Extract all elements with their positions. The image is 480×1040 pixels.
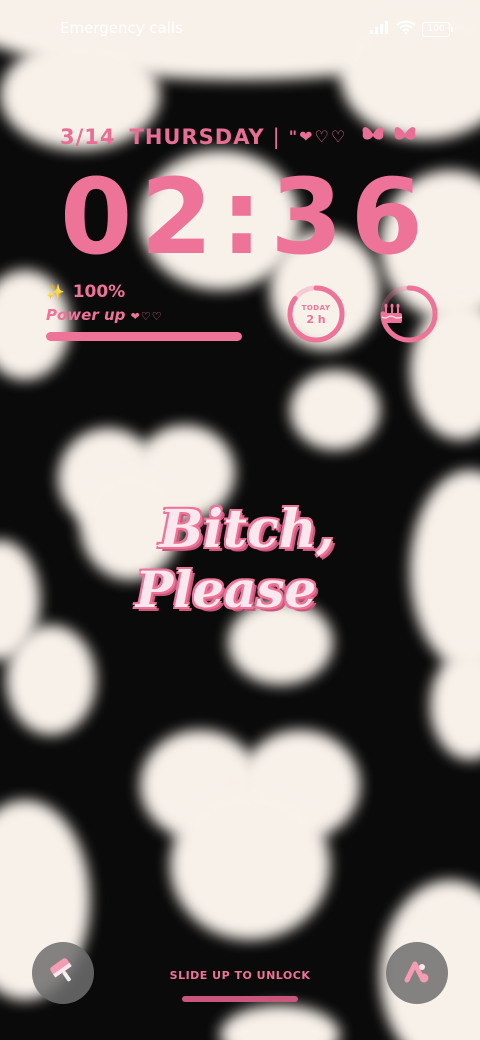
lock-screen: Emergency calls o 100 3/14 THURSDAY | "❤… bbox=[0, 0, 480, 1040]
battery-widget[interactable]: ✨ 100% Power up ❤♡♡ bbox=[46, 282, 246, 341]
power-hearts: ❤♡♡ bbox=[130, 310, 163, 323]
date-line: 3/14 THURSDAY | "❤♡♡ bbox=[60, 124, 440, 149]
battery-progress-bar bbox=[46, 332, 242, 341]
app-shortcut-button[interactable] bbox=[386, 942, 448, 1004]
birthday-countdown-widget[interactable] bbox=[379, 284, 439, 344]
status-icons: 100 bbox=[370, 20, 453, 38]
weekday-text: THURSDAY bbox=[129, 124, 265, 149]
battery-percent: 100% bbox=[72, 282, 126, 302]
today-usage-widget[interactable]: TODAY 2 h bbox=[286, 284, 346, 344]
date-separator: | bbox=[272, 124, 281, 149]
theme-shortcut-button[interactable] bbox=[32, 942, 94, 1004]
wifi-icon bbox=[396, 20, 416, 38]
today-value: 2 h bbox=[306, 313, 326, 326]
wallpaper-slogan: Bitch, Please bbox=[112, 500, 352, 620]
paint-roller-icon bbox=[48, 956, 78, 990]
unlock-hint: SLIDE UP TO UNLOCK bbox=[169, 969, 311, 982]
theme-app-icon bbox=[402, 956, 432, 990]
home-indicator[interactable] bbox=[182, 996, 298, 1002]
carrier-text: Emergency calls o bbox=[60, 19, 184, 37]
status-bar: Emergency calls o 100 bbox=[0, 0, 480, 56]
battery-progress-fill bbox=[46, 332, 242, 341]
slogan-line-2: Please bbox=[135, 560, 317, 619]
power-label: Power up bbox=[46, 306, 126, 324]
clock-time: 02:36 bbox=[60, 156, 432, 278]
hearts-decoration: "❤♡♡ bbox=[288, 127, 348, 146]
battery-icon: 100 bbox=[422, 21, 453, 37]
slogan-line-1: Bitch, bbox=[159, 499, 335, 560]
signal-bars-icon bbox=[370, 20, 390, 38]
butterfly-icon bbox=[361, 124, 419, 149]
sparkle-icon: ✨ bbox=[46, 283, 65, 301]
date-text: 3/14 bbox=[60, 124, 116, 149]
